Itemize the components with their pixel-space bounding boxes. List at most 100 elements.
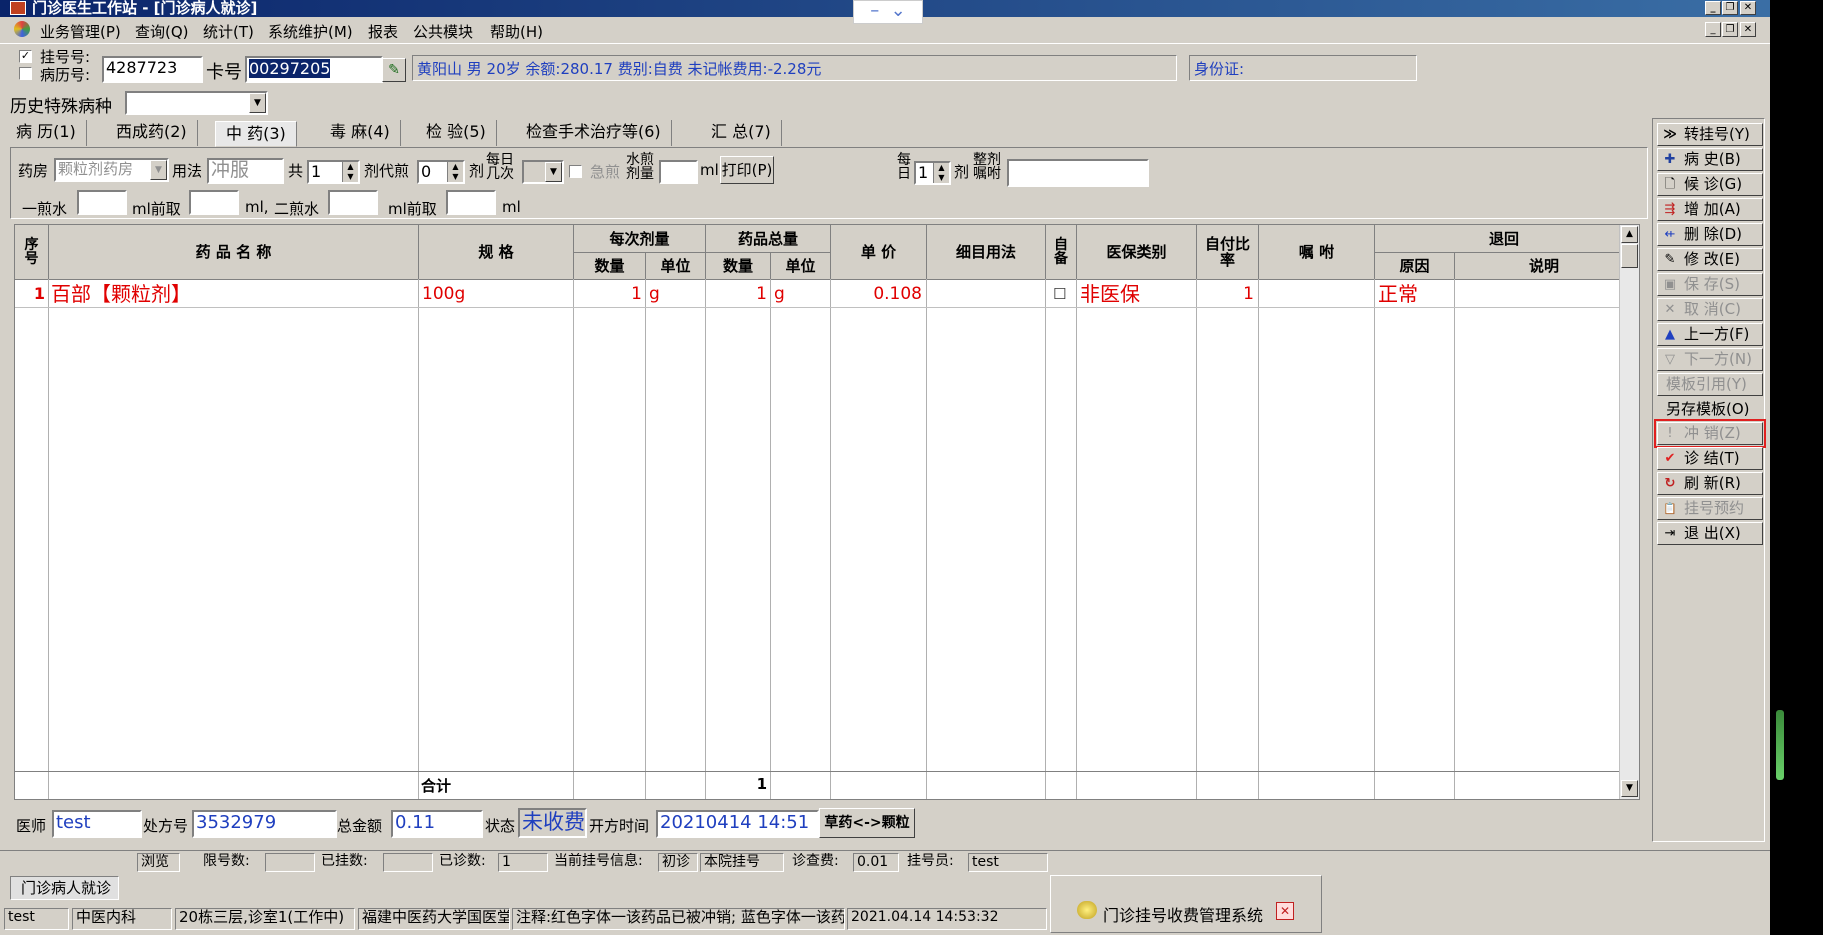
tab-exam-surgery[interactable]: 检查手术治疗等(6) <box>516 120 672 146</box>
minimize-button[interactable]: _ <box>1705 1 1721 15</box>
menu-business[interactable]: 业务管理(P) <box>40 21 121 42</box>
menu-query[interactable]: 查询(Q) <box>135 21 189 42</box>
first-take-input[interactable] <box>189 190 239 215</box>
col-seq-header[interactable]: 序号 <box>15 225 49 280</box>
save-template-button[interactable]: 另存模板(O) <box>1657 398 1763 421</box>
next-rx-button[interactable]: ▽ 下一方(N) <box>1657 348 1763 371</box>
popup-notification[interactable]: 门诊挂号收费管理系统 ✕ <box>1050 875 1322 933</box>
chevron-down-icon[interactable]: ▼ <box>249 93 266 113</box>
restore-button[interactable]: ❐ <box>1722 1 1738 15</box>
col-self-header[interactable]: 自备 <box>1046 225 1077 280</box>
col-unit-header[interactable]: 单位 <box>646 253 706 280</box>
delete-button[interactable]: ⇷ 删 除(D) <box>1657 223 1763 246</box>
history-button[interactable]: ✚ 病 史(B) <box>1657 148 1763 171</box>
row-reason[interactable]: 正常 <box>1378 281 1418 307</box>
template-ref-button[interactable]: 模板引用(Y) <box>1657 373 1763 396</box>
col-spec-header[interactable]: 规 格 <box>419 225 574 280</box>
grid-scrollbar[interactable]: ▲ ▼ <box>1619 225 1639 799</box>
menu-report[interactable]: 报表 <box>368 21 398 42</box>
advice-input[interactable] <box>1007 159 1149 187</box>
row-ratio[interactable]: 1 <box>1197 281 1254 307</box>
pharmacy-label: 药房 <box>18 162 49 180</box>
print-button[interactable]: 打印(P) <box>720 156 774 184</box>
write-off-button[interactable]: ! 冲 销(Z) <box>1654 419 1766 448</box>
reg-appointment-button[interactable]: 📋 挂号预约 <box>1657 497 1763 520</box>
urgent-checkbox[interactable] <box>569 165 582 178</box>
menu-help[interactable]: 帮助(H) <box>490 21 543 42</box>
row-spec[interactable]: 100g <box>422 281 465 307</box>
col-unit2-header[interactable]: 单位 <box>771 253 831 280</box>
menu-system[interactable]: 系统维护(M) <box>268 21 353 42</box>
chevron-down-icon[interactable]: ▼ <box>545 162 562 182</box>
floating-toolbar-tab[interactable]: – ⌄ <box>853 0 923 24</box>
pharmacy-select[interactable]: 颗粒剂药房 ▼ <box>54 158 169 182</box>
prev-rx-button[interactable]: ▲ 上一方(F) <box>1657 323 1763 346</box>
row-self-checkbox[interactable]: ☐ <box>1053 281 1066 307</box>
per-day-input[interactable]: 1 ▲ ▼ <box>914 161 951 185</box>
prescription-grid[interactable]: 序号 药 品 名 称 规 格 每次剂量 数量 单位 药品总量 数量 单位 单 价… <box>14 224 1640 800</box>
mdi-restore-button[interactable]: ❐ <box>1722 22 1738 37</box>
history-disease-select[interactable]: ▼ <box>125 91 268 115</box>
tab-lab-test[interactable]: 检 验(5) <box>416 120 497 146</box>
add-button[interactable]: ⇶ 增 加(A) <box>1657 198 1763 221</box>
water-dose-input[interactable] <box>659 160 698 184</box>
waiting-button[interactable]: 🗋 候 诊(G) <box>1657 173 1763 196</box>
scroll-down-icon[interactable]: ▼ <box>1621 780 1638 797</box>
col-price-header[interactable]: 单 价 <box>831 225 927 280</box>
card-read-icon[interactable]: ✎ <box>382 58 406 82</box>
tab-chinese-medicine[interactable]: 中 药(3) <box>215 121 297 147</box>
switch-herb-granule-button[interactable]: 草药<->颗粒 <box>819 808 915 838</box>
row-drug-name[interactable]: 百部【颗粒剂】 <box>51 281 191 307</box>
menu-public[interactable]: 公共模块 <box>413 21 473 42</box>
chevron-down-icon[interactable]: ▼ <box>150 160 167 180</box>
second-take-input[interactable] <box>446 190 496 215</box>
spin-updown-icon[interactable]: ▲ ▼ <box>933 163 949 183</box>
col-detail-header[interactable]: 细目用法 <box>927 225 1046 280</box>
record-no-checkbox[interactable] <box>19 67 32 80</box>
mdi-close-button[interactable]: ✕ <box>1740 22 1756 37</box>
spin-updown-icon[interactable]: ▲ ▼ <box>342 162 358 182</box>
usage-input[interactable]: 冲服 <box>207 158 284 184</box>
edit-button[interactable]: ✎ 修 改(E) <box>1657 248 1763 271</box>
first-water-input[interactable] <box>77 190 127 215</box>
cancel-button[interactable]: ✕ 取 消(C) <box>1657 298 1763 321</box>
col-ratio-header[interactable]: 自付比率 <box>1197 225 1259 280</box>
col-insurance-header[interactable]: 医保类别 <box>1077 225 1197 280</box>
row-price[interactable]: 0.108 <box>831 281 922 307</box>
row-qty[interactable]: 1 <box>574 281 642 307</box>
reg-no-input[interactable]: 4287723 <box>102 56 203 83</box>
refresh-button[interactable]: ↻ 刷 新(R) <box>1657 472 1763 495</box>
scroll-up-icon[interactable]: ▲ <box>1621 226 1638 243</box>
row-unit2[interactable]: g <box>774 281 785 307</box>
scroll-thumb[interactable] <box>1621 244 1638 268</box>
decoct-input[interactable]: 0 ▲ ▼ <box>417 160 465 184</box>
col-qty2-header[interactable]: 数量 <box>706 253 771 280</box>
reg-no-checkbox[interactable]: ✓ <box>19 50 32 63</box>
transfer-reg-button[interactable]: ≫ 转挂号(Y) <box>1657 123 1763 146</box>
tab-western-medicine[interactable]: 西成药(2) <box>106 120 198 146</box>
close-button[interactable]: ✕ <box>1740 1 1756 15</box>
col-qty-header[interactable]: 数量 <box>574 253 646 280</box>
save-button[interactable]: ▣ 保 存(S) <box>1657 273 1763 296</box>
row-unit[interactable]: g <box>649 281 660 307</box>
card-no-input[interactable]: 00297205 <box>245 56 383 83</box>
spin-updown-icon[interactable]: ▲ ▼ <box>447 162 463 182</box>
second-water-input[interactable] <box>328 190 378 215</box>
tab-narcotics[interactable]: 毒 麻(4) <box>320 120 401 146</box>
finish-diagnosis-button[interactable]: ✔ 诊 结(T) <box>1657 447 1763 470</box>
tab-summary[interactable]: 汇 总(7) <box>701 120 782 146</box>
close-icon[interactable]: ✕ <box>1276 902 1294 920</box>
window-tab-patient-visit[interactable]: 门诊病人就诊 <box>10 876 119 900</box>
col-reason-header[interactable]: 原因 <box>1375 253 1455 280</box>
row-total[interactable]: 1 <box>706 281 767 307</box>
col-note-header[interactable]: 说明 <box>1455 253 1634 280</box>
total-input[interactable]: 1 ▲ ▼ <box>307 160 360 184</box>
exit-button[interactable]: ⇥ 退 出(X) <box>1657 522 1763 545</box>
mdi-minimize-button[interactable]: _ <box>1705 22 1721 37</box>
row-insurance[interactable]: 非医保 <box>1080 281 1140 307</box>
daily-times-select[interactable]: ▼ <box>522 160 564 184</box>
menu-stats[interactable]: 统计(T) <box>203 21 254 42</box>
col-advice-header[interactable]: 嘱 咐 <box>1259 225 1375 280</box>
tab-medical-record[interactable]: 病 历(1) <box>6 120 87 146</box>
col-name-header[interactable]: 药 品 名 称 <box>49 225 419 280</box>
